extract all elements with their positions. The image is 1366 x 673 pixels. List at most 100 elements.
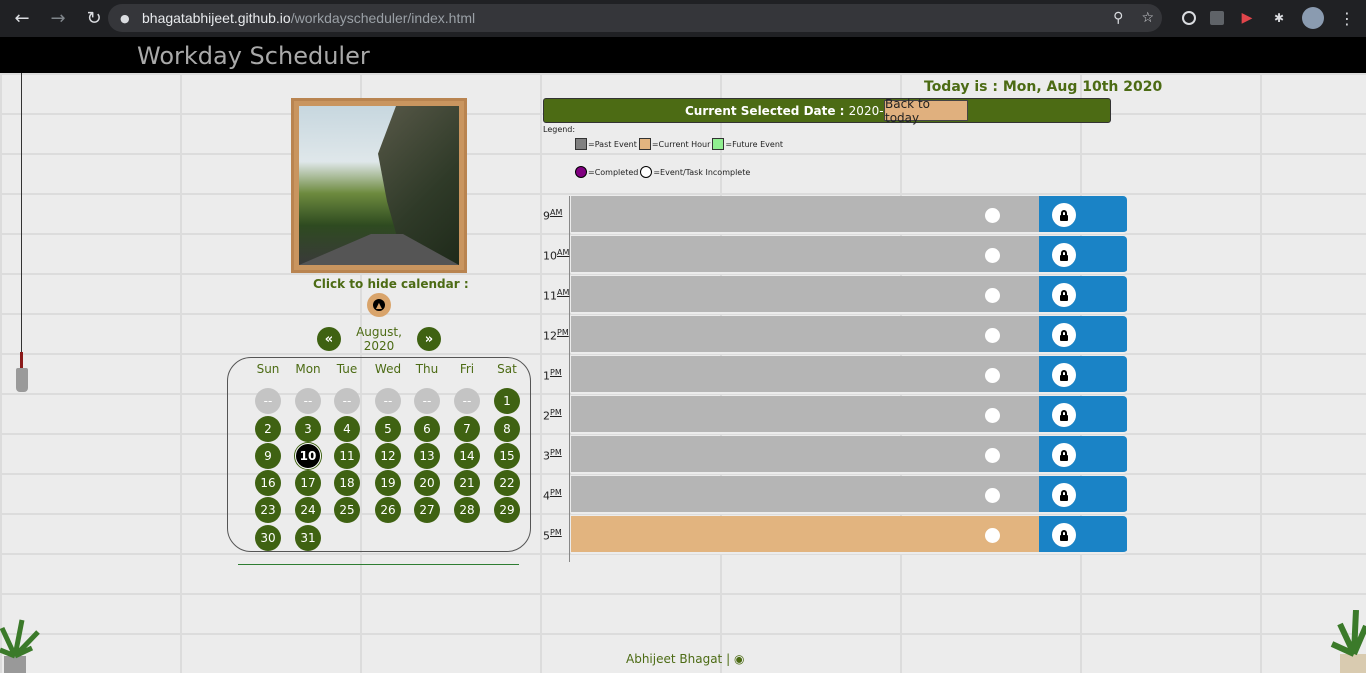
task-status-toggle[interactable]: [985, 328, 1000, 343]
lamp-wire: [21, 73, 22, 358]
lock-icon: [1052, 483, 1076, 507]
save-lock-button[interactable]: [1039, 236, 1127, 274]
calendar-day[interactable]: 17: [295, 470, 321, 496]
chevron-up-icon: ▲: [373, 299, 385, 311]
zoom-icon[interactable]: ⚲: [1113, 10, 1123, 26]
prev-month-button[interactable]: «: [317, 327, 341, 351]
calendar-day[interactable]: 24: [295, 497, 321, 523]
task-status-toggle[interactable]: [985, 288, 1000, 303]
event-input[interactable]: [571, 196, 1039, 234]
reload-icon[interactable]: ↻: [78, 3, 110, 35]
calendar-day[interactable]: 26: [375, 497, 401, 523]
calendar-day[interactable]: 27: [414, 497, 440, 523]
task-status-toggle[interactable]: [985, 208, 1000, 223]
calendar-day[interactable]: 12: [375, 443, 401, 469]
next-month-button[interactable]: »: [417, 327, 441, 351]
lock-icon: [1052, 203, 1076, 227]
schedule-row: 4PM: [543, 476, 1127, 516]
calendar-day[interactable]: 1: [494, 388, 520, 414]
forward-arrow-icon[interactable]: →: [42, 3, 74, 35]
task-status-toggle[interactable]: [985, 528, 1000, 543]
calendar-day[interactable]: 3: [295, 416, 321, 442]
event-input[interactable]: [571, 236, 1039, 274]
extension-circle-icon[interactable]: [1182, 11, 1196, 25]
calendar-day[interactable]: 2: [255, 416, 281, 442]
task-status-toggle[interactable]: [985, 248, 1000, 263]
calendar-day[interactable]: 8: [494, 416, 520, 442]
save-lock-button[interactable]: [1039, 436, 1127, 474]
calendar-day[interactable]: 29: [494, 497, 520, 523]
calendar-day[interactable]: 5: [375, 416, 401, 442]
event-input[interactable]: [571, 516, 1039, 554]
profile-avatar[interactable]: [1302, 7, 1324, 29]
calendar-day[interactable]: 4: [334, 416, 360, 442]
calendar-day[interactable]: 11: [334, 443, 360, 469]
schedule-row: 2PM: [543, 396, 1127, 436]
calendar-day[interactable]: 22: [494, 470, 520, 496]
back-to-today-button[interactable]: Back to today: [884, 97, 968, 125]
calendar-day[interactable]: 6: [414, 416, 440, 442]
calendar-day[interactable]: 13: [414, 443, 440, 469]
hour-number: 3: [543, 449, 550, 463]
bookmark-star-icon[interactable]: ☆: [1141, 10, 1154, 26]
calendar-day-empty: --: [375, 388, 401, 414]
hour-label: 5PM: [543, 528, 562, 543]
address-bar[interactable]: ● bhagatabhijeet.github.io/workdayschedu…: [108, 4, 1162, 32]
calendar-day[interactable]: 21: [454, 470, 480, 496]
menu-kebab-icon[interactable]: ⋮: [1338, 9, 1356, 28]
calendar-day[interactable]: 30: [255, 525, 281, 551]
weekday-header: Thu: [415, 362, 439, 376]
calendar-day[interactable]: 23: [255, 497, 281, 523]
event-input[interactable]: [571, 396, 1039, 434]
save-lock-button[interactable]: [1039, 196, 1127, 234]
schedule-row: 10AM: [543, 236, 1127, 276]
calendar-day[interactable]: 25: [334, 497, 360, 523]
extension-record-icon[interactable]: ▶: [1238, 9, 1256, 27]
lock-icon: [1052, 283, 1076, 307]
hour-label: 2PM: [543, 408, 562, 423]
calendar-day[interactable]: 10: [295, 443, 321, 469]
task-status-toggle[interactable]: [985, 448, 1000, 463]
calendar-day[interactable]: 14: [454, 443, 480, 469]
lock-icon: [1052, 323, 1076, 347]
hour-number: 9: [543, 209, 550, 223]
calendar-day[interactable]: 28: [454, 497, 480, 523]
legend-completed-dot: [575, 166, 587, 178]
legend-completed-label: =Completed: [588, 167, 639, 177]
secure-lock-icon[interactable]: ●: [120, 11, 134, 25]
save-lock-button[interactable]: [1039, 396, 1127, 434]
calendar-day[interactable]: 16: [255, 470, 281, 496]
lamp-fitting: [20, 352, 23, 368]
save-lock-button[interactable]: [1039, 356, 1127, 394]
save-lock-button[interactable]: [1039, 476, 1127, 514]
calendar-day[interactable]: 19: [375, 470, 401, 496]
save-lock-button[interactable]: [1039, 276, 1127, 314]
task-status-toggle[interactable]: [985, 408, 1000, 423]
calendar-day[interactable]: 18: [334, 470, 360, 496]
extensions-puzzle-icon[interactable]: ✱: [1270, 9, 1288, 27]
calendar-day[interactable]: 9: [255, 443, 281, 469]
task-status-toggle[interactable]: [985, 488, 1000, 503]
calendar-day[interactable]: 20: [414, 470, 440, 496]
save-lock-button[interactable]: [1039, 516, 1127, 554]
calendar-day[interactable]: 7: [454, 416, 480, 442]
event-input[interactable]: [571, 276, 1039, 314]
url-text[interactable]: bhagatabhijeet.github.io/workdayschedule…: [142, 10, 475, 26]
hide-calendar-button[interactable]: ▲: [367, 293, 391, 317]
schedule-row: 9AM: [543, 196, 1127, 236]
save-lock-button[interactable]: [1039, 316, 1127, 354]
back-arrow-icon[interactable]: ←: [6, 3, 38, 35]
github-icon[interactable]: ◉: [734, 652, 744, 666]
calendar-day[interactable]: 15: [494, 443, 520, 469]
hour-number: 10: [543, 249, 557, 263]
legend-past-swatch: [575, 138, 587, 150]
event-input[interactable]: [571, 436, 1039, 474]
schedule-row: 12PM: [543, 316, 1127, 356]
event-input[interactable]: [571, 356, 1039, 394]
extension-grid-icon[interactable]: [1210, 11, 1224, 25]
task-status-toggle[interactable]: [985, 368, 1000, 383]
event-input[interactable]: [571, 316, 1039, 354]
calendar-day[interactable]: 31: [295, 525, 321, 551]
footer-author: Abhijeet Bhagat |: [626, 652, 731, 666]
event-input[interactable]: [571, 476, 1039, 514]
